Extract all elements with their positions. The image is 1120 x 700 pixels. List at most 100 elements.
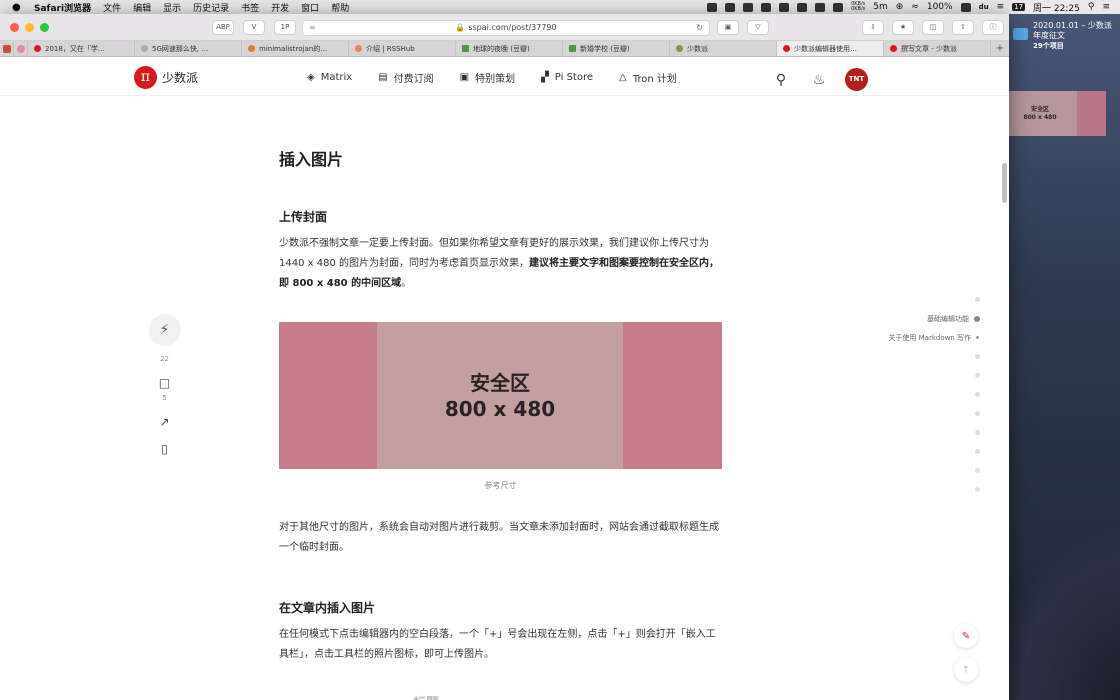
nav-subscription[interactable]: ▤ 付费订阅: [378, 70, 433, 85]
pocket-button[interactable]: ▽: [747, 20, 769, 35]
toc-item[interactable]: 关于使用 Markdown 写作: [860, 328, 980, 347]
calendar-date-badge[interactable]: 17: [1012, 3, 1026, 11]
clock-text[interactable]: 周一 22:25: [1033, 1, 1080, 14]
avatar[interactable]: TNT: [845, 68, 868, 91]
share-icon[interactable]: ↗: [159, 415, 169, 429]
downloads-button[interactable]: ⇩: [862, 20, 884, 35]
toc-item[interactable]: [860, 423, 980, 442]
sidebar-button[interactable]: ◫: [922, 20, 944, 35]
nav-tron[interactable]: △ Tron 计划: [619, 70, 677, 85]
menu-window[interactable]: 窗口: [301, 1, 319, 14]
duration-text[interactable]: 5m: [873, 2, 888, 12]
toc-item[interactable]: [860, 385, 980, 404]
header-actions: ⚲ ♨ TNT: [773, 68, 868, 91]
toc-item[interactable]: [860, 442, 980, 461]
address-bar[interactable]: ≡ 🔒 sspai.com/post/37790 ↻: [302, 20, 710, 36]
tab-label: 2018，又在「学…: [45, 44, 105, 53]
du-icon[interactable]: du: [979, 3, 989, 11]
menu-edit[interactable]: 编辑: [133, 1, 151, 14]
nav-special[interactable]: ▣ 特别策划: [460, 70, 515, 85]
toc-item[interactable]: [860, 404, 980, 423]
zoom-window-button[interactable]: [40, 23, 49, 32]
subsection-heading-cover: 上传封面: [279, 210, 328, 224]
nav-matrix[interactable]: ◈ Matrix: [307, 70, 352, 85]
search-icon[interactable]: ⚲: [773, 72, 789, 88]
back-to-top-button[interactable]: ↑: [954, 658, 978, 682]
password-extension-button[interactable]: 1P: [274, 20, 296, 35]
tab-label: 新婚学校 (豆瓣): [580, 44, 630, 53]
toc-item[interactable]: [860, 366, 980, 385]
reload-icon[interactable]: ↻: [696, 21, 703, 35]
apple-menu-icon[interactable]: ●: [12, 2, 24, 13]
toc-label: 关于使用 Markdown 写作: [888, 333, 971, 342]
spotlight-icon[interactable]: ⚲: [1088, 2, 1095, 12]
nav-pi-store[interactable]: ▞ Pi Store: [541, 70, 593, 85]
nav-label: Pi Store: [554, 72, 593, 83]
bell-icon[interactable]: ♨: [811, 72, 827, 88]
menu-develop[interactable]: 开发: [271, 1, 289, 14]
v-extension-button[interactable]: V: [243, 20, 265, 35]
close-window-button[interactable]: [10, 23, 19, 32]
share-button[interactable]: ⇧: [952, 20, 974, 35]
toc-item[interactable]: [860, 461, 980, 480]
adblock-extension-button[interactable]: ABP: [212, 20, 234, 35]
tab-item[interactable]: 撰写文章 - 少数派: [884, 41, 991, 56]
info-button[interactable]: ⓘ: [982, 20, 1004, 35]
toc-item[interactable]: [860, 347, 980, 366]
extension-button[interactable]: ★: [892, 20, 914, 35]
charge-count: 22: [160, 355, 169, 363]
safe-zone-size: 800 x 480: [444, 396, 556, 421]
bars-icon[interactable]: ≡: [997, 2, 1005, 12]
minimize-window-button[interactable]: [25, 23, 34, 32]
tab-item[interactable]: 介绍 | RSSHub: [349, 41, 456, 56]
play-icon[interactable]: [815, 2, 826, 12]
article-actions: ⚡ 22 □ 5 ↗ ▯: [148, 314, 181, 456]
reader-icon[interactable]: ≡: [309, 21, 316, 35]
cat-icon[interactable]: [779, 2, 790, 12]
scrollbar-thumb[interactable]: [1002, 163, 1007, 203]
toc-item[interactable]: [860, 290, 980, 309]
tab-overview-button[interactable]: ▣: [717, 20, 739, 35]
pinned-tab-2[interactable]: [14, 41, 28, 56]
tab-item[interactable]: 5G网速那么快, …: [135, 41, 242, 56]
cursor-icon[interactable]: ⊕: [896, 2, 904, 12]
tab-label: 介绍 | RSSHub: [366, 44, 415, 53]
battery-icon[interactable]: [960, 2, 971, 12]
comment-icon[interactable]: □: [159, 376, 170, 390]
charge-button[interactable]: ⚡: [148, 314, 181, 346]
wechat-icon[interactable]: [707, 2, 718, 12]
network-icon[interactable]: [725, 2, 736, 12]
tab-item-active[interactable]: 少数派编辑器使用…: [777, 41, 884, 56]
tab-item[interactable]: minimalistrojan的…: [242, 41, 349, 56]
menu-app-name[interactable]: Safari浏览器: [34, 1, 91, 14]
menu-help[interactable]: 帮助: [331, 1, 349, 14]
menu-history[interactable]: 历史记录: [193, 1, 229, 14]
site-logo[interactable]: π 少数派: [134, 66, 198, 89]
toc-item[interactable]: [860, 480, 980, 499]
tab-item[interactable]: 2018，又在「学…: [28, 41, 135, 56]
wifi-icon[interactable]: ≈: [911, 2, 919, 12]
folder-label: 2020.01.01 – 少数派年度征文 29个项目: [1033, 21, 1113, 51]
clipboard-icon[interactable]: [761, 2, 772, 12]
pinned-tab-1[interactable]: [0, 41, 14, 56]
bookmark-icon[interactable]: ▯: [161, 442, 168, 456]
menu-bookmarks[interactable]: 书签: [241, 1, 259, 14]
dribbble-icon: [16, 44, 25, 53]
control-center-icon[interactable]: ≡: [1102, 2, 1110, 12]
grid-icon[interactable]: [833, 2, 844, 12]
tab-item[interactable]: 新婚学校 (豆瓣): [563, 41, 670, 56]
monitor-icon[interactable]: [743, 2, 754, 12]
main-nav: ◈ Matrix ▤ 付费订阅 ▣ 特别策划 ▞ Pi Store △ Tron 计划: [307, 70, 677, 85]
timer-icon[interactable]: [797, 2, 808, 12]
cover-size-figure[interactable]: 安全区 800 x 480: [279, 322, 722, 469]
scrollbar[interactable]: [1000, 58, 1009, 700]
menu-view[interactable]: 显示: [163, 1, 181, 14]
toc-item-active[interactable]: 基础编辑功能: [860, 309, 980, 328]
new-tab-button[interactable]: +: [991, 41, 1009, 56]
battery-text[interactable]: 100%: [927, 2, 953, 12]
tab-item[interactable]: 少数派: [670, 41, 777, 56]
tab-item[interactable]: 地球的夜晚 (豆瓣): [456, 41, 563, 56]
desktop-folder[interactable]: 2020.01.01 – 少数派年度征文 29个项目: [1013, 21, 1113, 51]
edit-button[interactable]: ✎: [954, 624, 978, 648]
menu-file[interactable]: 文件: [103, 1, 121, 14]
